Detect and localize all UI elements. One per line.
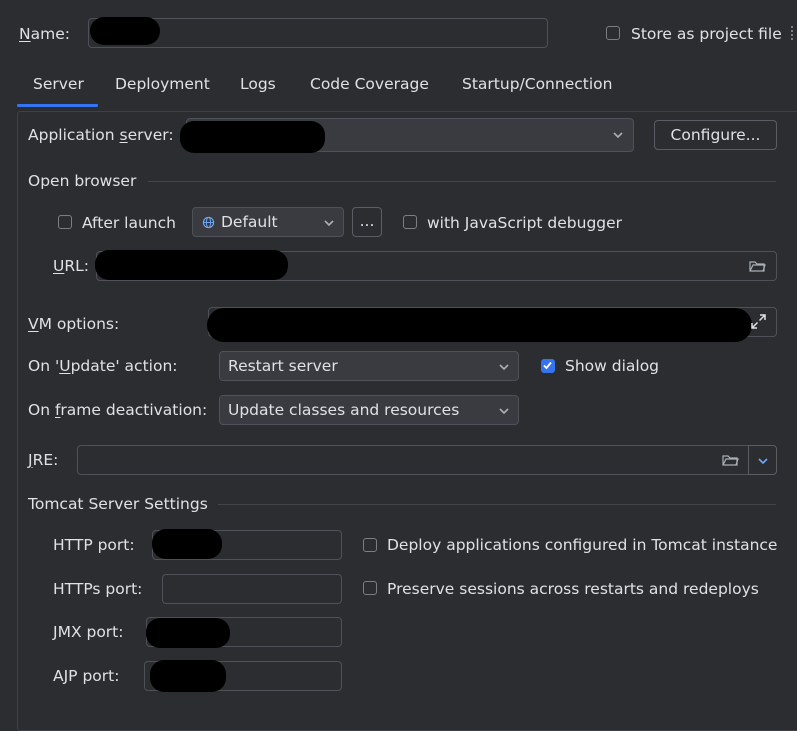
js-debugger-checkbox[interactable] — [403, 215, 417, 229]
on-update-label: On 'Update' action: — [28, 357, 178, 375]
chevron-down-icon — [758, 458, 768, 465]
tab-server[interactable]: Server — [33, 74, 84, 94]
browser-combo[interactable]: Default — [192, 207, 344, 237]
folder-icon[interactable] — [749, 259, 766, 273]
tab-deployment[interactable]: Deployment — [115, 74, 210, 94]
browser-ellipsis-button[interactable]: ... — [352, 207, 382, 237]
chevron-down-icon — [613, 132, 623, 139]
redaction-mark — [146, 618, 230, 648]
jre-dropdown-button[interactable] — [748, 445, 777, 475]
chevron-down-icon — [499, 364, 509, 371]
https-port-label: HTTPs port: — [53, 580, 143, 598]
tab-code-coverage[interactable]: Code Coverage — [310, 74, 429, 94]
on-frame-deactivation-combo[interactable]: Update classes and resources — [219, 395, 519, 425]
deploy-applications-checkbox[interactable] — [363, 538, 377, 552]
https-port-field[interactable] — [162, 574, 342, 604]
jmx-port-label: JMX port: — [53, 623, 124, 641]
folder-icon[interactable] — [722, 453, 739, 467]
vm-options-label: VM options: — [28, 315, 120, 333]
separator — [218, 504, 776, 505]
js-debugger-label: with JavaScript debugger — [427, 214, 623, 232]
redaction-mark — [180, 121, 325, 153]
on-frame-deactivation-label: On frame deactivation: — [28, 401, 208, 419]
ajp-port-label: AJP port: — [53, 667, 120, 685]
separator — [148, 181, 776, 182]
redaction-mark — [95, 250, 288, 280]
globe-icon — [202, 216, 215, 229]
tab-logs[interactable]: Logs — [240, 74, 276, 94]
on-update-combo[interactable]: Restart server — [219, 351, 519, 381]
redaction-mark — [150, 660, 226, 692]
redaction-mark — [90, 17, 160, 45]
on-update-value: Restart server — [228, 357, 338, 375]
selected-tab-indicator — [17, 104, 98, 107]
after-launch-checkbox[interactable] — [58, 215, 72, 229]
show-dialog-checkbox[interactable] — [541, 359, 555, 373]
browser-value: Default — [221, 213, 278, 231]
jre-label: JRE: — [28, 451, 59, 469]
http-port-label: HTTP port: — [53, 536, 135, 554]
redaction-mark — [152, 529, 222, 559]
chevron-down-icon — [324, 220, 334, 227]
redaction-mark — [207, 308, 752, 342]
configure-button[interactable]: Configure... — [654, 120, 777, 150]
store-as-project-checkbox[interactable] — [606, 26, 620, 40]
jre-field[interactable] — [77, 445, 749, 475]
tab-startup-connection[interactable]: Startup/Connection — [462, 74, 612, 94]
name-label: Name: — [19, 25, 70, 43]
expand-icon[interactable] — [750, 313, 767, 330]
checkmark-icon — [543, 361, 552, 370]
url-label: URL: — [53, 257, 89, 275]
preserve-sessions-label: Preserve sessions across restarts and re… — [387, 580, 759, 598]
after-launch-label: After launch — [82, 214, 176, 232]
store-as-project-label: Store as project file — [631, 25, 782, 43]
show-dialog-label: Show dialog — [565, 357, 660, 375]
preserve-sessions-checkbox[interactable] — [363, 581, 377, 595]
on-frame-deactivation-value: Update classes and resources — [228, 401, 460, 419]
chevron-down-icon — [499, 408, 509, 415]
open-browser-title: Open browser — [28, 172, 137, 190]
overflow-handle — [791, 26, 797, 40]
tomcat-settings-title: Tomcat Server Settings — [28, 495, 208, 513]
deploy-applications-label: Deploy applications configured in Tomcat… — [387, 536, 778, 554]
application-server-label: Application server: — [28, 126, 174, 144]
